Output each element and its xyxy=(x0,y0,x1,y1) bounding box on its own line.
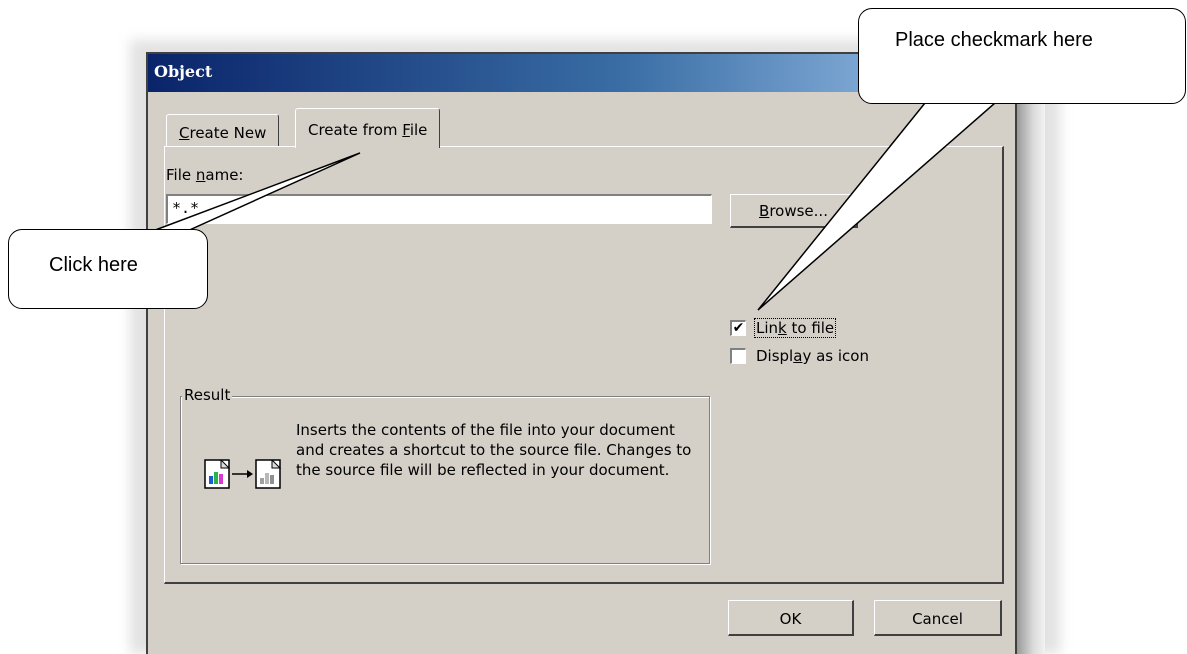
label-part: to file xyxy=(786,319,835,337)
button-label-accel: B xyxy=(759,202,770,220)
file-name-label: File name: xyxy=(166,166,243,184)
tab-label-accel: F xyxy=(402,121,410,139)
browse-button[interactable]: Browse... xyxy=(730,194,858,228)
object-dialog: Object Create New Create from File File … xyxy=(146,52,1017,654)
display-as-icon-checkbox[interactable] xyxy=(730,348,746,364)
label-part: Lin xyxy=(756,319,779,337)
result-legend: Result xyxy=(182,386,233,404)
linked-file-icon xyxy=(203,454,287,498)
link-to-file-label[interactable]: Link to file xyxy=(754,318,837,338)
tab-label-part: ile xyxy=(409,121,428,139)
ok-button[interactable]: OK xyxy=(728,600,854,636)
display-as-icon-label[interactable]: Display as icon xyxy=(756,347,869,365)
tab-label-part: reate New xyxy=(189,124,267,142)
file-name-input[interactable]: *.* xyxy=(166,194,712,224)
result-description: Inserts the contents of the file into yo… xyxy=(296,421,692,479)
tab-label-part: Create from xyxy=(308,121,403,139)
link-to-file-checkbox[interactable]: ✔ xyxy=(730,320,746,336)
label-part: File xyxy=(166,166,196,184)
label-accel: k xyxy=(778,319,787,337)
label-part: ame: xyxy=(205,166,244,184)
cancel-button[interactable]: Cancel xyxy=(874,600,1002,636)
tab-create-from-file[interactable]: Create from File xyxy=(295,108,441,148)
label-part: Displ xyxy=(756,347,794,365)
label-accel: n xyxy=(195,166,206,184)
tab-create-new[interactable]: Create New xyxy=(166,114,280,146)
button-label-part: rowse... xyxy=(769,202,828,220)
tab-label-accel: C xyxy=(179,124,190,142)
callout-click-here: Click here xyxy=(8,229,208,309)
dialog-title: Object xyxy=(154,62,213,81)
callout-place-checkmark: Place checkmark here xyxy=(858,8,1186,104)
label-part: y as icon xyxy=(802,347,869,365)
dialog-right-shadow xyxy=(1017,60,1045,654)
